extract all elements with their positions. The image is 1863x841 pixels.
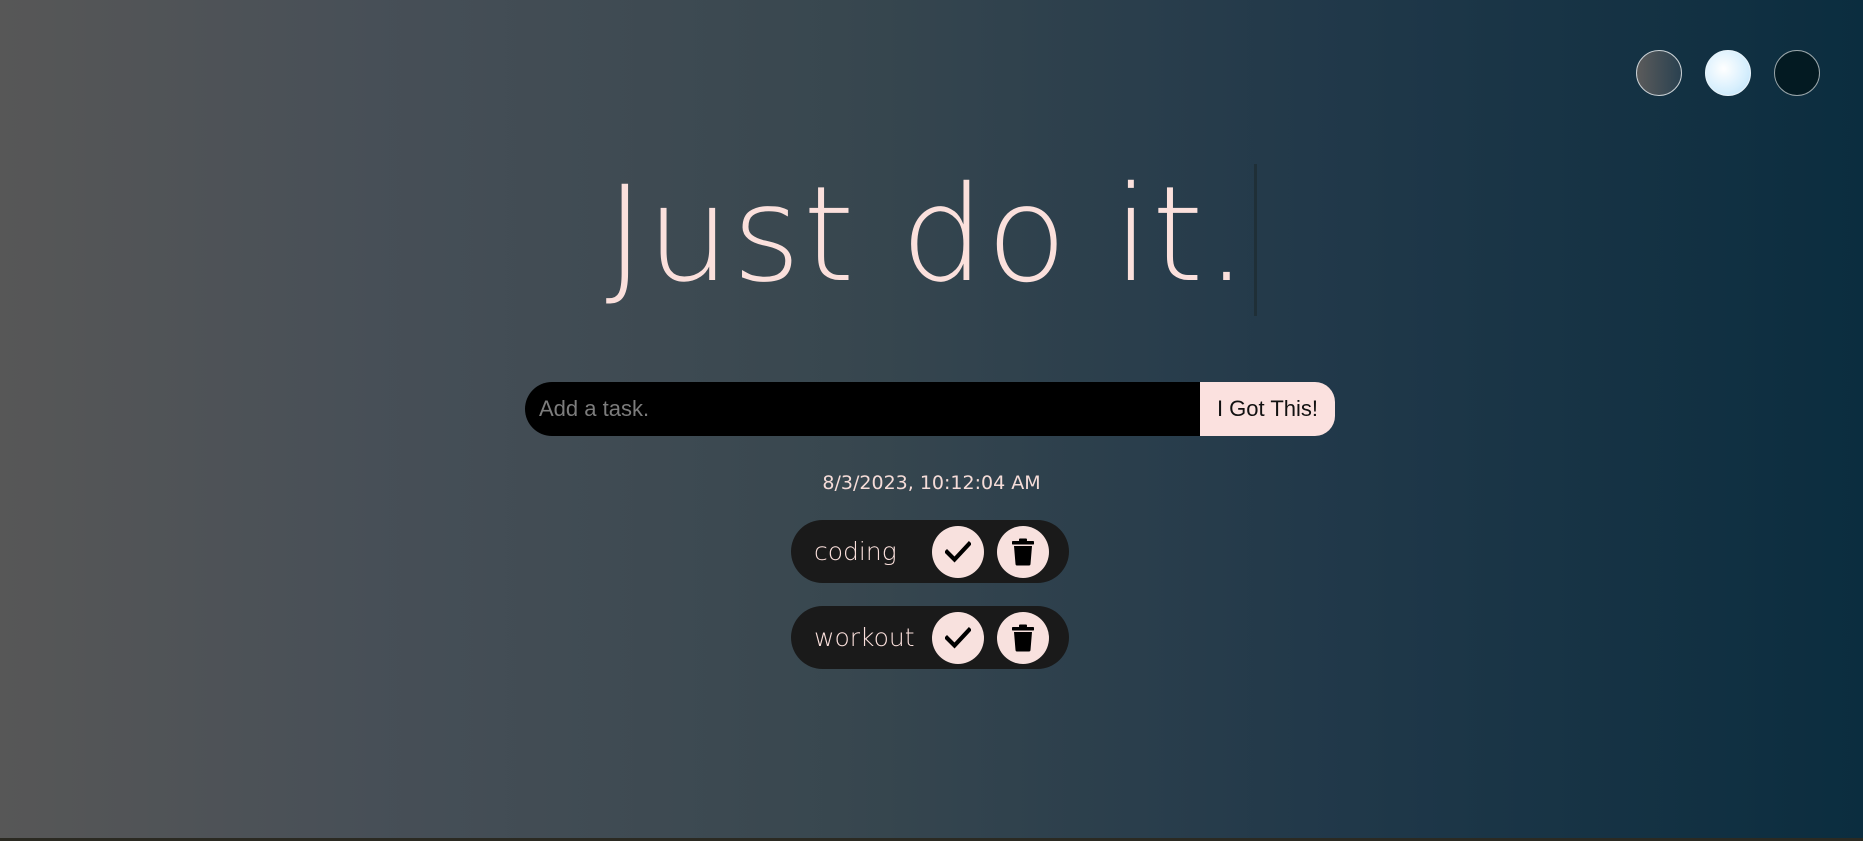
- complete-task-button[interactable]: [932, 526, 984, 578]
- page-title: Just do it.: [605, 158, 1250, 312]
- light-theme-button[interactable]: [1705, 50, 1751, 96]
- page-title-container: Just do it.: [606, 150, 1258, 320]
- add-task-button[interactable]: I Got This!: [1200, 382, 1335, 436]
- trash-icon: [1012, 624, 1034, 652]
- typing-caret: [1254, 164, 1258, 316]
- delete-task-button[interactable]: [997, 612, 1049, 664]
- datetime-display: 8/3/2023, 10:12:04 AM: [822, 472, 1041, 494]
- standard-theme-button[interactable]: [1636, 50, 1682, 96]
- task-item: coding: [791, 520, 1069, 583]
- task-item: workout: [791, 606, 1069, 669]
- task-label: workout: [814, 623, 915, 652]
- header: Just do it.: [0, 150, 1863, 320]
- trash-icon: [1012, 538, 1034, 566]
- darker-theme-button[interactable]: [1774, 50, 1820, 96]
- theme-switcher: [1636, 50, 1822, 98]
- complete-task-button[interactable]: [932, 612, 984, 664]
- check-icon: [945, 627, 971, 649]
- check-icon: [945, 541, 971, 563]
- task-label: coding: [814, 537, 897, 566]
- task-input[interactable]: [525, 382, 1201, 436]
- task-form: I Got This!: [525, 382, 1335, 436]
- delete-task-button[interactable]: [997, 526, 1049, 578]
- task-list: coding workout: [791, 520, 1069, 692]
